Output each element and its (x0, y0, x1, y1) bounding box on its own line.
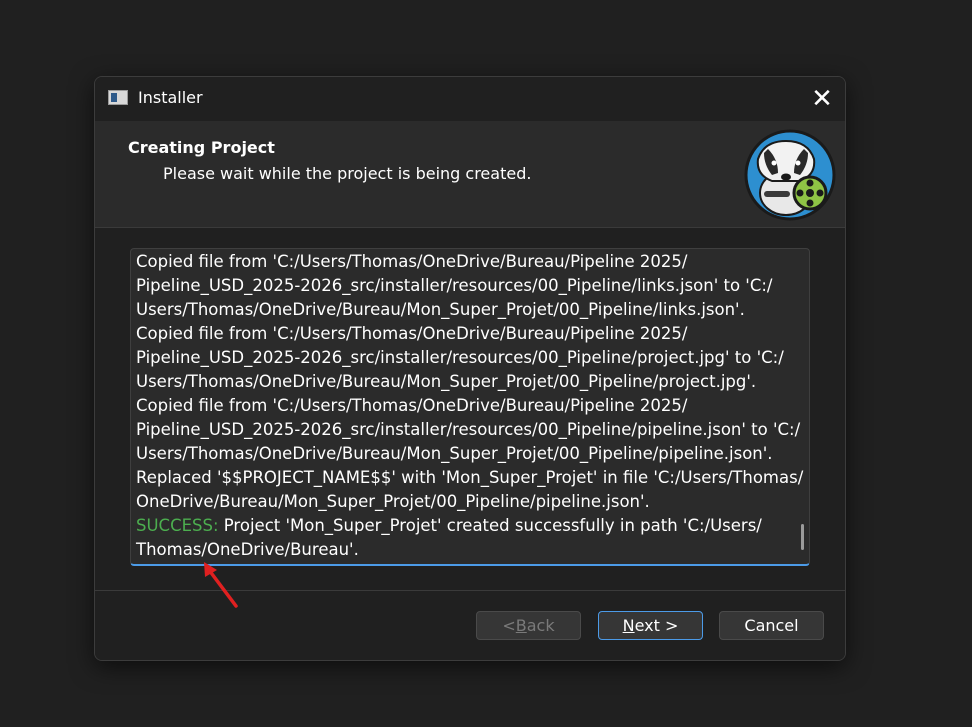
log-line: Users/Thomas/OneDrive/Bureau/Mon_Super_P… (136, 444, 773, 463)
back-suffix: ack (526, 616, 555, 635)
log-line: Pipeline_USD_2025-2026_src/installer/res… (136, 420, 801, 439)
wizard-content: bookmarks.json'.Copied file from 'C:/Use… (95, 228, 845, 591)
log-line: Copied file from 'C:/Users/Thomas/OneDri… (136, 396, 688, 415)
log-line: Copied file from 'C:/Users/Thomas/OneDri… (136, 252, 688, 271)
log-success-line: SUCCESS: Project 'Mon_Super_Projet' crea… (136, 514, 795, 538)
title-bar[interactable]: Installer ✕ (95, 77, 845, 121)
log-line: Pipeline_USD_2025-2026_src/installer/res… (136, 276, 773, 295)
window-title: Installer (138, 88, 203, 107)
log-line: Pipeline_USD_2025-2026_src/installer/res… (136, 348, 784, 367)
badger-film-reel-icon (744, 129, 836, 221)
page-subtitle: Please wait while the project is being c… (163, 164, 532, 183)
success-text: Project 'Mon_Super_Projet' created succe… (218, 516, 762, 535)
wizard-header: Creating Project Please wait while the p… (95, 121, 845, 228)
success-label: SUCCESS: (136, 516, 219, 535)
next-button[interactable]: Next > (598, 611, 703, 640)
back-mnemonic: B (515, 616, 527, 635)
close-icon[interactable]: ✕ (799, 77, 845, 121)
log-line: Users/Thomas/OneDrive/Bureau/Mon_Super_P… (136, 300, 745, 319)
cancel-button[interactable]: Cancel (719, 611, 824, 640)
log-lines: bookmarks.json'.Copied file from 'C:/Use… (136, 249, 804, 562)
log-line: Replaced '$$PROJECT_NAME$$' with 'Mon_Su… (136, 468, 804, 487)
back-button[interactable]: < Back (476, 611, 581, 640)
page-title: Creating Project (128, 138, 275, 157)
log-line: Users/Thomas/OneDrive/Bureau/Mon_Super_P… (136, 372, 757, 391)
next-mnemonic: N (622, 616, 635, 635)
log-scrollbar[interactable] (801, 524, 804, 550)
back-prefix: < (502, 616, 516, 635)
log-line: Copied file from 'C:/Users/Thomas/OneDri… (136, 324, 688, 343)
red-arrow-annotation (204, 562, 238, 608)
log-output[interactable]: bookmarks.json'.Copied file from 'C:/Use… (130, 248, 810, 566)
log-line: OneDrive/Bureau/Mon_Super_Projet/00_Pipe… (136, 492, 650, 511)
log-success-line-cont: Thomas/OneDrive/Bureau'. (136, 540, 359, 559)
app-window-icon (108, 90, 128, 105)
next-suffix: ext > (634, 616, 679, 635)
